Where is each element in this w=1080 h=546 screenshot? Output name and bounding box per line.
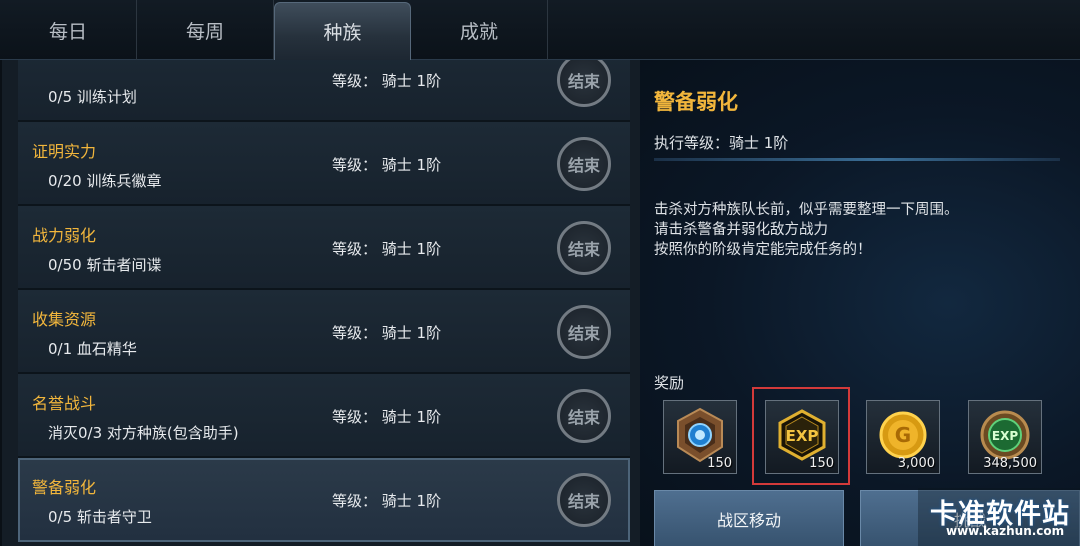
quest-item[interactable]: 名誉战斗 消灭0/3 对方种族(包含助手) 等级： 骑士 1阶 结束: [18, 374, 630, 458]
svg-text:G: G: [895, 423, 911, 447]
quest-progress: 0/5 训练计划: [48, 88, 137, 106]
quest-list: 0/5 训练计划 等级： 骑士 1阶 结束 证明实力 0/20 训练兵徽章 等级…: [18, 60, 630, 542]
exp-orb-icon: EXP: [980, 410, 1030, 460]
quest-item[interactable]: 0/5 训练计划 等级： 骑士 1阶 结束: [18, 60, 630, 122]
reward-label: 奖励: [654, 374, 685, 392]
quest-level: 等级： 骑士 1阶: [332, 72, 442, 90]
quest-item[interactable]: 战力弱化 0/50 斩击者间谍 等级： 骑士 1阶 结束: [18, 206, 630, 290]
detail-level: 执行等级：骑士 1阶: [654, 134, 789, 152]
svg-text:EXP: EXP: [992, 429, 1018, 443]
reward-qty: 150: [707, 456, 732, 471]
medal-icon: [677, 407, 723, 463]
reward-qty: 348,500: [983, 456, 1037, 471]
quest-progress: 0/50 斩击者间谍: [48, 256, 162, 274]
quest-title: 证明实力: [32, 142, 97, 161]
quest-level: 等级： 骑士 1阶: [332, 324, 442, 342]
watermark-url: www.kazhun.com: [946, 524, 1065, 538]
tab-achievement[interactable]: 成就: [411, 0, 548, 60]
reward-slot-gold[interactable]: G 3,000: [866, 400, 940, 474]
quest-item[interactable]: 收集资源 0/1 血石精华 等级： 骑士 1阶 结束: [18, 290, 630, 374]
quest-level: 等级： 骑士 1阶: [332, 240, 442, 258]
reward-qty: 3,000: [897, 456, 935, 471]
description-line: 按照你的阶级肯定能完成任务的！: [654, 242, 872, 258]
divider: [654, 158, 1060, 161]
description-line: 请击杀警备并弱化敌方战力: [654, 222, 828, 238]
end-button[interactable]: 结束: [557, 305, 611, 359]
quest-title: 警备弱化: [32, 478, 97, 497]
reward-slot-exp-orb[interactable]: EXP 348,500: [968, 400, 1042, 474]
quest-progress: 0/5 斩击者守卫: [48, 508, 152, 526]
quest-progress: 0/20 训练兵徽章: [48, 172, 162, 190]
quest-level: 等级： 骑士 1阶: [332, 408, 442, 426]
selection-highlight: [752, 387, 850, 485]
end-button[interactable]: 结束: [557, 389, 611, 443]
quest-scroll-area[interactable]: 0/5 训练计划 等级： 骑士 1阶 结束 证明实力 0/20 训练兵徽章 等级…: [18, 60, 630, 546]
tab-weekly[interactable]: 每周: [137, 0, 274, 60]
tab-bar: 每日 每周 种族 成就: [0, 0, 1080, 60]
description-line: 击杀对方种族队长前，似乎需要整理一下周围。: [654, 202, 959, 218]
end-button[interactable]: 结束: [557, 137, 611, 191]
quest-item-selected[interactable]: 警备弱化 0/5 斩击者守卫 等级： 骑士 1阶 结束: [18, 458, 630, 542]
panel-edge: [0, 60, 2, 546]
quest-title: 名誉战斗: [32, 394, 97, 413]
quest-detail-panel: 警备弱化 执行等级：骑士 1阶 击杀对方种族队长前，似乎需要整理一下周围。 请击…: [640, 60, 1080, 546]
detail-title: 警备弱化: [654, 90, 738, 114]
tab-daily[interactable]: 每日: [0, 0, 137, 60]
detail-description: 击杀对方种族队长前，似乎需要整理一下周围。 请击杀警备并弱化敌方战力 按照你的阶…: [654, 200, 959, 260]
end-button[interactable]: 结束: [557, 60, 611, 107]
gold-coin-icon: G: [879, 411, 927, 459]
quest-title: 收集资源: [32, 310, 97, 329]
quest-item[interactable]: 证明实力 0/20 训练兵徽章 等级： 骑士 1阶 结束: [18, 122, 630, 206]
quest-list-panel: 0/5 训练计划 等级： 骑士 1阶 结束 证明实力 0/20 训练兵徽章 等级…: [0, 60, 640, 546]
quest-progress: 0/1 血石精华: [48, 340, 137, 358]
quest-progress: 消灭0/3 对方种族(包含助手): [48, 424, 239, 442]
end-button[interactable]: 结束: [557, 473, 611, 527]
end-button[interactable]: 结束: [557, 221, 611, 275]
reward-slot-medal[interactable]: 150: [663, 400, 737, 474]
tab-race[interactable]: 种族: [274, 2, 411, 60]
quest-title: 战力弱化: [32, 226, 97, 245]
quest-level: 等级： 骑士 1阶: [332, 156, 442, 174]
quest-level: 等级： 骑士 1阶: [332, 492, 442, 510]
zone-move-button[interactable]: 战区移动: [654, 490, 844, 546]
